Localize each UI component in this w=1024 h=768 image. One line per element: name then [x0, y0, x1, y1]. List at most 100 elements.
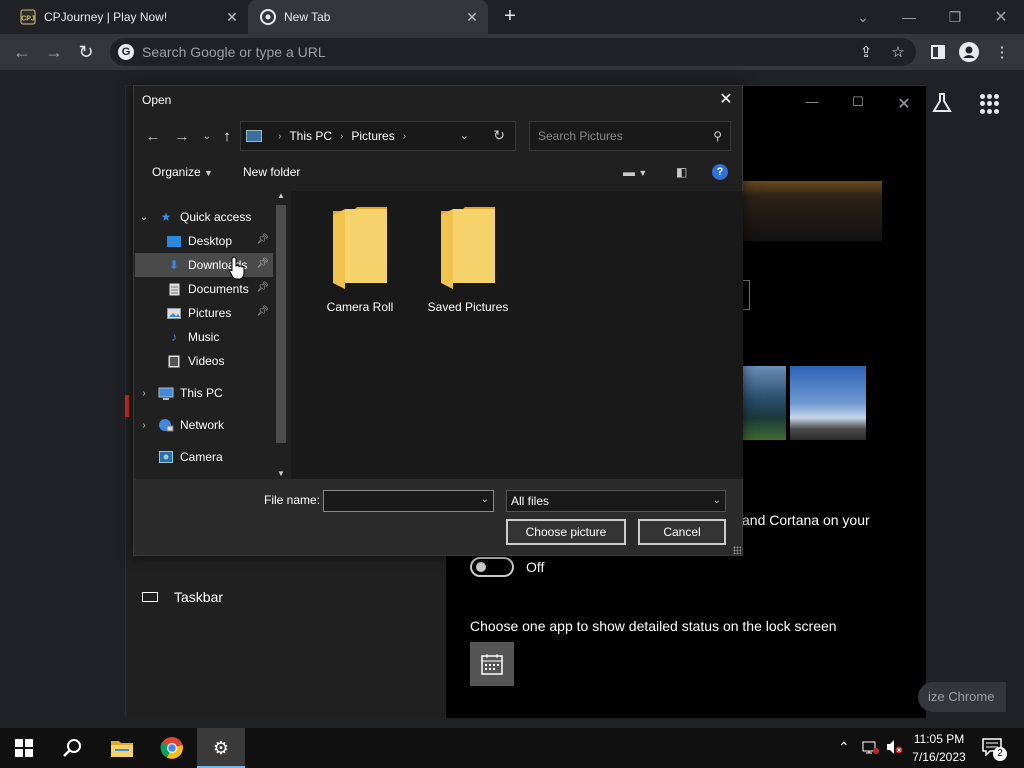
google-apps-icon[interactable] [980, 94, 1000, 114]
search-icon: ⚲ [713, 129, 722, 143]
menu-kebab-icon[interactable]: ⋮ [992, 42, 1012, 62]
nav-desktop[interactable]: Desktop 📌︎ [166, 229, 273, 253]
toggle-switch[interactable] [470, 557, 514, 577]
folder-label: Camera Roll [326, 300, 394, 314]
back-arrow-icon[interactable]: ← [143, 126, 163, 146]
address-dropdown-icon[interactable]: ⌄ [460, 129, 469, 142]
file-explorer-icon[interactable] [98, 728, 146, 768]
omnibox[interactable]: G Search Google or type a URL [110, 38, 916, 66]
sidebar-item-taskbar[interactable]: Taskbar [142, 589, 223, 605]
close-tab-icon[interactable]: ✕ [224, 9, 240, 25]
chevron-down-icon[interactable]: ⌄ [481, 494, 489, 505]
search-placeholder: Search Pictures [538, 129, 623, 143]
selection-marker [125, 395, 129, 417]
scroll-down-icon[interactable]: ▼ [273, 469, 289, 479]
file-type-select[interactable]: All files ⌄ [506, 490, 726, 512]
settings-close-button[interactable]: ✕ [890, 94, 918, 114]
desktop-icon [166, 234, 182, 248]
restore-button[interactable]: ❐ [932, 0, 978, 34]
chevron-right-icon[interactable]: › [138, 420, 150, 431]
search-input[interactable]: Search Pictures ⚲ [529, 121, 731, 151]
refresh-icon[interactable]: ↻ [493, 127, 505, 144]
pin-icon: 📌︎ [256, 234, 269, 245]
new-folder-button[interactable]: New folder [243, 165, 300, 179]
settings-maximize-button[interactable]: ☐ [844, 94, 872, 110]
change-view-icon[interactable]: ▬ ▼ [623, 165, 647, 179]
close-tab-icon[interactable]: ✕ [464, 9, 480, 25]
star-icon: ★ [160, 210, 172, 224]
nav-documents[interactable]: Documents 📌︎ [166, 277, 273, 301]
choose-picture-button[interactable]: Choose picture [506, 519, 626, 545]
lock-screen-status-text: Choose one app to show detailed status o… [470, 618, 837, 634]
help-icon[interactable]: ? [712, 164, 728, 180]
address-bar[interactable]: › This PC › Pictures › ⌄ ↻ [240, 121, 516, 151]
scroll-up-icon[interactable]: ▲ [273, 191, 289, 201]
tab-search-icon[interactable]: ⌄ [840, 0, 886, 34]
picture-thumbnail[interactable] [790, 366, 866, 440]
volume-muted-icon[interactable] [886, 739, 904, 758]
side-panel-icon[interactable] [928, 42, 948, 62]
chrome-taskbar-icon[interactable] [148, 728, 196, 768]
reload-button[interactable]: ↻ [74, 40, 98, 64]
share-icon[interactable]: ⇪ [856, 42, 876, 62]
search-icon[interactable] [48, 728, 96, 768]
folder-icon [441, 207, 495, 289]
forward-arrow-icon[interactable]: → [172, 126, 192, 146]
preview-pane-icon[interactable]: ◧ [676, 165, 687, 179]
tab-strip: CPJ CPJourney | Play Now! ✕ New Tab ✕ + … [0, 0, 1024, 34]
back-button[interactable]: ← [10, 40, 34, 64]
close-window-button[interactable]: ✕ [978, 0, 1024, 34]
picture-thumbnail[interactable] [742, 366, 786, 440]
organize-button[interactable]: Organize ▼ [152, 165, 213, 179]
folder-camera-roll[interactable]: Camera Roll [314, 205, 406, 314]
breadcrumb-pictures[interactable]: Pictures [351, 129, 394, 143]
minimize-button[interactable]: — [886, 0, 932, 34]
customize-chrome-button[interactable]: ize Chrome [918, 682, 1006, 712]
nav-videos[interactable]: Videos [166, 349, 273, 373]
sidebar-item-label: Taskbar [174, 589, 224, 605]
tab-new-tab[interactable]: New Tab ✕ [248, 0, 488, 34]
scroll-thumb[interactable] [276, 205, 286, 443]
settings-minimize-button[interactable]: — [798, 94, 826, 109]
nav-downloads[interactable]: ⬇ Downloads 📌︎ [135, 253, 273, 277]
svg-text:CPJ: CPJ [21, 16, 35, 23]
settings-gear-icon[interactable]: ⚙ [197, 728, 245, 768]
profile-avatar-icon[interactable] [959, 42, 979, 62]
cancel-button[interactable]: Cancel [638, 519, 726, 545]
file-name-label: File name: [264, 493, 321, 507]
nav-camera[interactable]: Camera [158, 445, 273, 469]
pin-icon: 📌︎ [256, 258, 269, 269]
bookmark-star-icon[interactable]: ☆ [888, 42, 908, 62]
nav-music[interactable]: ♪ Music [166, 325, 273, 349]
new-tab-button[interactable]: + [498, 5, 522, 29]
file-name-input[interactable]: ⌄ [323, 490, 494, 512]
labs-flask-icon[interactable] [932, 92, 952, 114]
recent-locations-icon[interactable]: ⌄ [197, 126, 217, 146]
system-clock[interactable]: 11:05 PM 7/16/2023 [908, 730, 970, 766]
nav-quick-access[interactable]: ⌄ ★ Quick access [138, 205, 275, 229]
nav-pictures[interactable]: Pictures 📌︎ [166, 301, 273, 325]
calendar-app-button[interactable] [470, 642, 514, 686]
chevron-down-icon: ⌄ [712, 495, 721, 506]
windows-start-icon[interactable] [0, 728, 48, 768]
chevron-down-icon[interactable]: ⌄ [138, 212, 150, 223]
network-tray-icon[interactable] [862, 739, 880, 758]
folder-saved-pictures[interactable]: Saved Pictures [422, 205, 514, 314]
background-dropdown-edge[interactable] [742, 280, 750, 310]
notification-center-icon[interactable]: 2 [982, 738, 1007, 761]
forward-button[interactable]: → [42, 40, 66, 64]
tab-cpjourney[interactable]: CPJ CPJourney | Play Now! ✕ [0, 0, 248, 34]
clock-date: 7/16/2023 [912, 750, 966, 764]
download-arrow-icon: ⬇ [168, 258, 180, 272]
nav-this-pc[interactable]: › This PC [138, 381, 275, 405]
breadcrumb-this-pc[interactable]: This PC [289, 129, 332, 143]
nav-network[interactable]: › Network [138, 413, 275, 437]
resize-grip[interactable] [733, 546, 741, 554]
up-folder-icon[interactable]: ↑ [217, 126, 237, 146]
chevron-up-icon[interactable]: ⌃ [838, 739, 850, 756]
dialog-close-button[interactable]: ✕ [716, 88, 736, 112]
nav-scrollbar[interactable]: ▲ ▼ [273, 191, 289, 479]
chevron-right-icon[interactable]: › [138, 388, 150, 399]
document-icon [166, 282, 182, 296]
windows-taskbar: ⚙ ⌃ 11:05 PM 7/16/2023 2 [0, 728, 1024, 768]
